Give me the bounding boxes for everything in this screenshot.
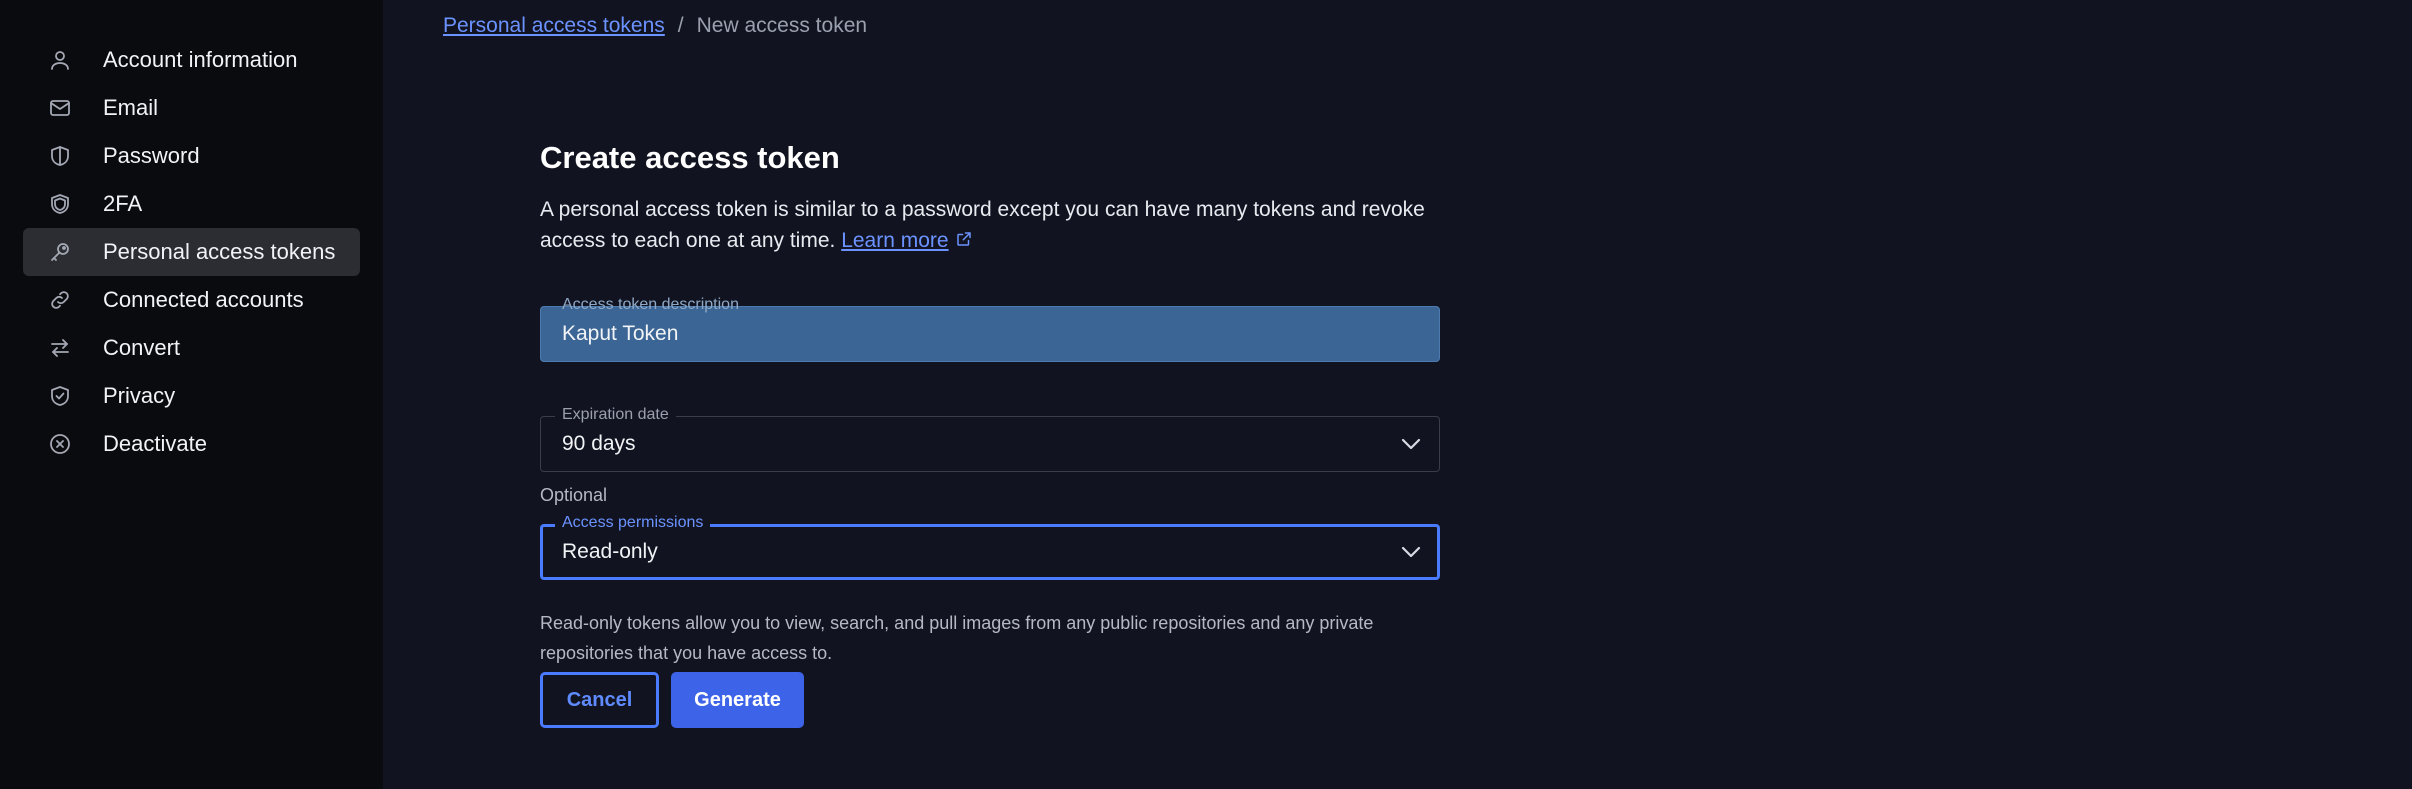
link-icon: [47, 287, 73, 313]
form-actions: Cancel Generate: [540, 672, 804, 728]
settings-sidebar: Account information Email Password 2FA P…: [0, 0, 383, 789]
sidebar-item-label: Email: [103, 95, 159, 120]
sidebar-item-account-information[interactable]: Account information: [23, 36, 360, 84]
learn-more-link[interactable]: Learn more: [841, 229, 948, 252]
expiration-date-select[interactable]: Expiration date 90 days: [540, 405, 1440, 472]
shield-check-icon: [47, 383, 73, 409]
token-description-label: Access token description: [562, 296, 739, 313]
shield-double-icon: [47, 191, 73, 217]
breadcrumb-link-personal-access-tokens[interactable]: Personal access tokens: [443, 14, 665, 38]
sidebar-item-label: Deactivate: [103, 431, 207, 456]
sidebar-item-privacy[interactable]: Privacy: [23, 372, 360, 420]
sidebar-item-label: Account information: [103, 47, 298, 72]
sidebar-item-2fa[interactable]: 2FA: [23, 180, 360, 228]
main-content: Personal access tokens / New access toke…: [383, 0, 2412, 789]
description-text: A personal access token is similar to a …: [540, 198, 1425, 252]
access-permissions-label: Access permissions: [555, 513, 711, 533]
expiration-date-value: 90 days: [562, 432, 636, 455]
external-link-icon[interactable]: [955, 226, 973, 257]
mail-icon: [47, 95, 73, 121]
chevron-down-icon[interactable]: [1399, 540, 1423, 569]
shield-half-icon: [47, 143, 73, 169]
breadcrumb-separator: /: [677, 14, 684, 37]
create-token-form: Create access token A personal access to…: [540, 140, 1440, 728]
breadcrumb-current: New access token: [696, 14, 868, 37]
chevron-down-icon[interactable]: [1399, 432, 1423, 461]
token-description-field[interactable]: Access token description Kaput Token: [540, 296, 1440, 362]
optional-label: Optional: [540, 485, 608, 505]
sidebar-item-label: Privacy: [103, 383, 176, 408]
circle-x-icon: [47, 431, 73, 457]
sidebar-item-label: Connected accounts: [103, 287, 304, 312]
access-permissions-select[interactable]: Access permissions Read-only: [540, 513, 1440, 580]
sidebar-item-convert[interactable]: Convert: [23, 324, 360, 372]
sidebar-item-email[interactable]: Email: [23, 84, 360, 132]
swap-arrows-icon: [47, 335, 73, 361]
breadcrumb: Personal access tokens / New access toke…: [443, 14, 867, 38]
form-description: A personal access token is similar to a …: [540, 194, 1440, 257]
user-icon: [47, 47, 73, 73]
sidebar-item-connected-accounts[interactable]: Connected accounts: [23, 276, 360, 324]
sidebar-item-label: Convert: [103, 335, 181, 360]
expiration-date-label: Expiration date: [555, 405, 676, 425]
sidebar-item-label: 2FA: [103, 191, 143, 216]
sidebar-item-label: Personal access tokens: [103, 239, 336, 264]
access-permissions-value: Read-only: [562, 540, 658, 563]
generate-button[interactable]: Generate: [671, 672, 804, 728]
sidebar-item-label: Password: [103, 143, 200, 168]
key-icon: [47, 239, 73, 265]
page-title: Create access token: [540, 140, 840, 175]
sidebar-item-deactivate[interactable]: Deactivate: [23, 420, 360, 468]
token-description-value[interactable]: Kaput Token: [562, 322, 678, 346]
sidebar-item-password[interactable]: Password: [23, 132, 360, 180]
sidebar-item-personal-access-tokens[interactable]: Personal access tokens: [23, 228, 360, 276]
cancel-button[interactable]: Cancel: [540, 672, 659, 728]
permissions-help-text: Read-only tokens allow you to view, sear…: [540, 613, 1374, 663]
